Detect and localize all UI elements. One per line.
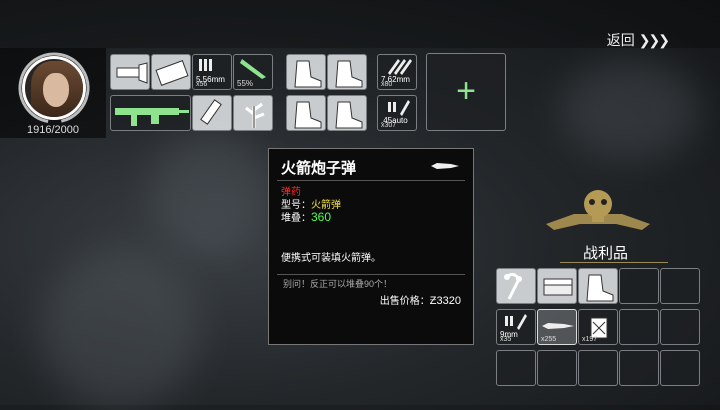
divider (277, 180, 465, 181)
loot-slot-empty[interactable] (578, 350, 618, 386)
hp-text: 1916/2000 (27, 124, 79, 136)
rifle-icon (115, 108, 189, 126)
stack-value: 360 (311, 210, 332, 224)
rocket-icon (431, 163, 459, 169)
boot-icon (335, 101, 363, 129)
avatar[interactable] (22, 56, 86, 120)
loot-slot-empty[interactable] (660, 350, 700, 386)
item-tooltip: 火箭炮子弹 弹药 型号：火箭弹 堆叠：360 便携式可装填火箭弹。 别问！反正可… (268, 148, 474, 345)
slot-flashlight[interactable] (110, 54, 150, 90)
loot-slot-empty[interactable] (537, 350, 577, 386)
loot-slot-empty[interactable] (619, 309, 659, 345)
price-label: 出售价格： (379, 296, 430, 307)
slot-boot-2[interactable] (327, 54, 367, 90)
slot-ammo-762[interactable]: 7.62mm x80 (377, 54, 417, 90)
slot-ammo-45[interactable]: .45auto x307 (377, 95, 417, 131)
item-description: 便携式可装填火箭弹。 (281, 253, 381, 264)
slot-rifle[interactable] (110, 95, 191, 131)
item-title: 火箭炮子弹 (281, 160, 357, 177)
loot-title: 战利品 (583, 245, 629, 262)
loot-slot-boot[interactable] (578, 268, 618, 304)
slot-boot-4[interactable] (327, 95, 367, 131)
background-blur (560, 60, 700, 160)
slot-tape[interactable] (151, 54, 191, 90)
item-price: 出售价格：Ƶ3320 (380, 292, 461, 307)
slot-count: x56 (196, 81, 208, 88)
slot-syringe[interactable] (192, 95, 232, 131)
divider (560, 262, 668, 263)
loot-slot-empty[interactable] (660, 268, 700, 304)
earphones-icon (504, 272, 522, 300)
slot-herb[interactable] (233, 95, 273, 131)
loot-slot-fuel-can[interactable]: x197 (578, 309, 618, 345)
back-button[interactable]: 返回 ❯❯❯ (606, 30, 670, 50)
chevron-right-icon: ❯❯❯ (638, 32, 670, 48)
slot-count: x255 (541, 336, 557, 343)
loot-slot-rocket-ammo[interactable]: x255 (537, 309, 577, 345)
loot-slot-ammo-9mm[interactable]: 9mm x35 (496, 309, 536, 345)
slot-count: x307 (381, 122, 397, 129)
slot-boot-1[interactable] (286, 54, 326, 90)
loot-slot-empty[interactable] (619, 350, 659, 386)
stack-label: 堆叠： (281, 213, 311, 224)
cash-stack-icon (543, 278, 573, 296)
skull-emblem-icon (546, 190, 650, 230)
slot-boot-3[interactable] (286, 95, 326, 131)
loot-slot-empty[interactable] (660, 309, 700, 345)
durability-percent: 55% (237, 79, 254, 88)
back-label: 返回 (606, 32, 635, 48)
slot-knife[interactable]: 55% (233, 54, 273, 90)
add-slot-button[interactable]: + (426, 53, 506, 131)
item-stack-row: 堆叠：360 (281, 209, 331, 224)
boot-icon (335, 60, 363, 88)
loot-slot-cash[interactable] (537, 268, 577, 304)
loot-slot-earphones[interactable] (496, 268, 536, 304)
loot-slot-empty[interactable] (619, 268, 659, 304)
slot-count: x35 (500, 336, 512, 343)
syringe-icon (200, 99, 222, 125)
boot-icon (586, 274, 614, 302)
boot-icon (294, 101, 322, 129)
background-blur (40, 250, 200, 410)
price-value: Ƶ3320 (429, 295, 461, 307)
herb-icon (245, 102, 265, 128)
slot-count: x197 (582, 336, 598, 343)
slot-ammo-556[interactable]: 5.56mm x56 (192, 54, 232, 90)
background-blur (150, 130, 270, 250)
boot-icon (294, 60, 322, 88)
item-note: 别问！反正可以堆叠90个！ (283, 279, 393, 289)
tape-icon (155, 60, 189, 86)
slot-count: x80 (381, 81, 393, 88)
divider (277, 274, 465, 275)
loot-slot-empty[interactable] (496, 350, 536, 386)
plus-icon: + (456, 72, 476, 110)
flashlight-icon (116, 62, 148, 84)
